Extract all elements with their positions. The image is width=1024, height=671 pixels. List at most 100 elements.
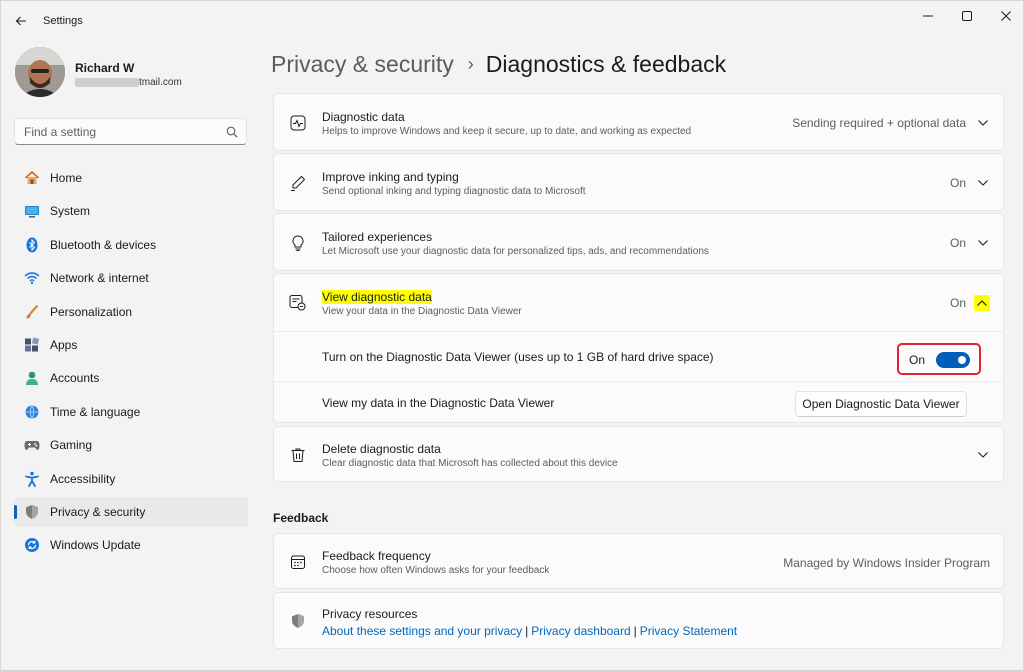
search-box[interactable] [14, 118, 247, 145]
setting-value: On [949, 236, 966, 250]
open-diagnostic-viewer-button[interactable]: Open Diagnostic Data Viewer [795, 391, 967, 417]
setting-description: Send optional inking and typing diagnost… [322, 186, 586, 197]
viewer-toggle-row: Turn on the Diagnostic Data Viewer (uses… [274, 331, 1003, 381]
chevron-down-icon[interactable] [975, 175, 991, 191]
time-language-icon [24, 404, 40, 420]
setting-description: View your data in the Diagnostic Data Vi… [322, 306, 522, 317]
about-privacy-link[interactable]: About these settings and your privacy [322, 624, 522, 638]
viewer-toggle-switch[interactable] [936, 352, 970, 368]
viewer-toggle-label: Turn on the Diagnostic Data Viewer (uses… [322, 350, 714, 364]
setting-value: Managed by Windows Insider Program [783, 556, 990, 570]
sidebar-item-label: Apps [50, 337, 78, 352]
sidebar-item-accessibility[interactable]: Accessibility [14, 464, 248, 494]
sidebar-item-label: Accounts [50, 371, 100, 386]
privacy-statement-link[interactable]: Privacy Statement [640, 624, 737, 638]
back-arrow-icon [15, 16, 26, 26]
setting-title: Feedback frequency [322, 549, 431, 563]
sidebar-item-gaming[interactable]: Gaming [14, 430, 248, 460]
sidebar-item-label: Personalization [50, 304, 133, 319]
home-icon [24, 170, 40, 186]
search-input[interactable] [24, 124, 219, 139]
setting-description: Clear diagnostic data that Microsoft has… [322, 458, 618, 469]
trash-icon [288, 445, 308, 465]
page-title: Diagnostics & feedback [485, 51, 727, 77]
minimize-button[interactable] [909, 3, 947, 29]
sidebar-item-apps[interactable]: Apps [14, 330, 248, 360]
search-icon[interactable] [226, 126, 238, 141]
setting-inking-typing[interactable]: Improve inking and typing Send optional … [273, 153, 1004, 211]
breadcrumb: Privacy & security › Diagnostics & feedbac… [271, 51, 726, 78]
sidebar-item-label: Home [50, 171, 83, 185]
sidebar-item-label: Bluetooth & devices [50, 237, 157, 252]
sidebar-item-label: Time & language [50, 404, 141, 419]
back-button[interactable] [9, 9, 33, 33]
view-data-header[interactable]: View diagnostic data View your data in t… [274, 274, 1003, 331]
setting-title: Improve inking and typing [322, 170, 459, 184]
chevron-down-icon[interactable] [975, 235, 991, 251]
sidebar-item-time-language[interactable]: Time & language [14, 397, 248, 427]
avatar-photo-icon [15, 47, 65, 97]
sidebar-item-windows-update[interactable]: Windows Update [14, 530, 248, 560]
privacy-dashboard-link[interactable]: Privacy dashboard [531, 624, 630, 638]
open-viewer-row: View my data in the Diagnostic Data View… [274, 381, 1003, 424]
sidebar-item-label: Gaming [50, 438, 93, 453]
app-title: Settings [43, 15, 83, 27]
setting-feedback-frequency[interactable]: Feedback frequency Choose how often Wind… [273, 533, 1004, 589]
breadcrumb-parent[interactable]: Privacy & security [271, 51, 454, 77]
email-redaction [75, 78, 139, 87]
setting-diagnostic-data[interactable]: Diagnostic data Helps to improve Windows… [273, 93, 1004, 151]
accessibility-icon [24, 471, 40, 487]
shield-icon [24, 504, 40, 520]
brush-icon [24, 304, 40, 320]
sidebar-item-privacy-security[interactable]: Privacy & security [14, 496, 248, 527]
sidebar-item-label: Privacy & security [50, 504, 146, 519]
sidebar-item-home[interactable]: Home [14, 163, 248, 193]
sidebar-item-bluetooth[interactable]: Bluetooth & devices [14, 230, 248, 260]
setting-title: Tailored experiences [322, 230, 433, 244]
setting-value: On [949, 176, 966, 190]
shield-icon [288, 611, 308, 631]
privacy-links: About these settings and your privacy | Pr… [322, 624, 737, 638]
gaming-icon [24, 437, 40, 453]
sidebar-item-accounts[interactable]: Accounts [14, 363, 248, 393]
minimize-icon [923, 15, 933, 17]
windows-update-icon [24, 537, 40, 553]
sidebar-item-label: Windows Update [50, 538, 141, 553]
avatar[interactable] [15, 47, 65, 97]
feedback-section-heading: Feedback [273, 511, 329, 525]
sidebar-nav: Home System Bluetooth & devices Network … [14, 163, 248, 564]
user-name: Richard W [75, 61, 135, 75]
close-icon [1001, 11, 1011, 21]
data-viewer-icon [288, 293, 308, 313]
link-separator: | [525, 624, 529, 638]
activity-chart-icon [288, 113, 308, 133]
close-button[interactable] [987, 3, 1024, 29]
setting-value: Sending required + optional data [792, 116, 966, 130]
maximize-button[interactable] [948, 3, 986, 29]
setting-title: View diagnostic data [322, 290, 432, 304]
setting-description: Let Microsoft use your diagnostic data f… [322, 246, 709, 257]
setting-description: Choose how often Windows asks for your f… [322, 565, 550, 576]
maximize-icon [962, 11, 972, 21]
system-icon [24, 203, 40, 219]
chevron-down-icon[interactable] [975, 447, 991, 463]
chevron-up-icon[interactable] [974, 295, 990, 311]
sidebar-item-label: Accessibility [50, 471, 116, 486]
title-bar: Settings [1, 1, 1024, 41]
sidebar-item-label: System [50, 204, 91, 219]
settings-window: Settings Richard W tmail.com Find a sett… [0, 0, 1024, 671]
privacy-resources-card: Privacy resources About these settings a… [273, 592, 1004, 649]
setting-value: On [949, 296, 966, 310]
setting-delete-diagnostic-data[interactable]: Delete diagnostic data Clear diagnostic … [273, 426, 1004, 482]
sidebar-item-system[interactable]: System [14, 196, 248, 226]
toggle-state-label: On [909, 353, 926, 367]
sidebar-item-personalization[interactable]: Personalization [14, 297, 248, 327]
wifi-icon [24, 270, 40, 286]
setting-title: Delete diagnostic data [322, 442, 441, 456]
chevron-down-icon[interactable] [975, 115, 991, 131]
setting-tailored-experiences[interactable]: Tailored experiences Let Microsoft use y… [273, 213, 1004, 271]
apps-icon [24, 337, 40, 353]
sidebar-item-network[interactable]: Network & internet [14, 263, 248, 293]
calendar-icon [288, 552, 308, 572]
breadcrumb-separator: › [467, 54, 474, 74]
